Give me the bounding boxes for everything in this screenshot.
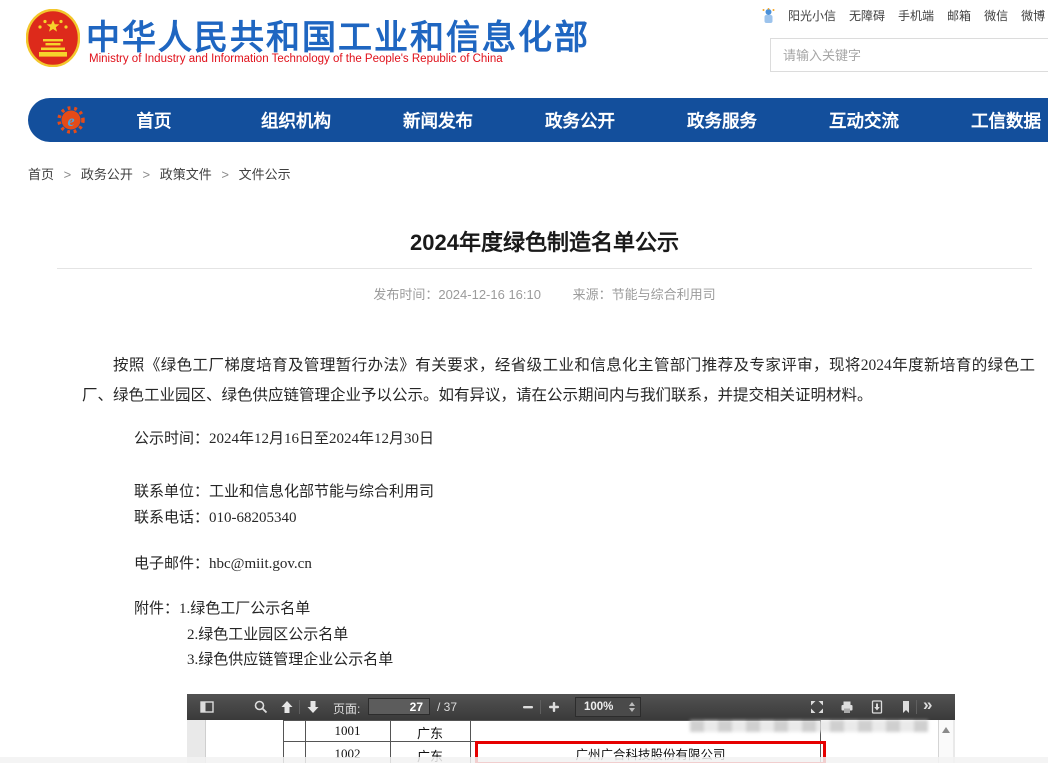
print-icon[interactable] bbox=[839, 699, 855, 715]
download-icon[interactable] bbox=[869, 699, 885, 715]
top-link-weibo[interactable]: 微博 bbox=[1021, 7, 1045, 24]
censored-company-blur bbox=[690, 720, 928, 732]
more-tools-icon[interactable]: » bbox=[923, 695, 932, 715]
contact-email-line: 电子邮件：hbc@miit.gov.cn bbox=[134, 552, 312, 573]
page-number-input[interactable] bbox=[368, 698, 430, 715]
zoom-select[interactable]: 100% bbox=[575, 697, 641, 717]
national-emblem-logo bbox=[26, 9, 80, 67]
attachment-line-1[interactable]: 附件：1.绿色工厂公示名单 bbox=[134, 597, 310, 618]
pdf-toolbar: 页面: / 37 100% bbox=[187, 694, 955, 721]
nav-item-organization[interactable]: 组织机构 bbox=[225, 108, 367, 133]
zoom-spinner-icon[interactable] bbox=[629, 702, 635, 712]
nav-item-gov-services[interactable]: 政务服务 bbox=[651, 108, 793, 133]
toolbar-separator bbox=[540, 700, 541, 714]
top-link-mail[interactable]: 邮箱 bbox=[947, 7, 971, 24]
breadcrumb-separator: > bbox=[143, 167, 151, 182]
page-down-icon[interactable] bbox=[305, 699, 321, 715]
pdf-viewer: 页面: / 37 100% bbox=[187, 694, 955, 763]
search-box bbox=[770, 38, 1048, 72]
attachment-line-3[interactable]: 3.绿色供应链管理企业公示名单 bbox=[187, 648, 393, 669]
toolbar-separator bbox=[916, 700, 917, 714]
breadcrumb-gov-disclosure[interactable]: 政务公开 bbox=[81, 167, 133, 182]
breadcrumb-separator: > bbox=[64, 167, 72, 182]
bookmark-icon[interactable] bbox=[898, 699, 914, 715]
page-up-icon[interactable] bbox=[279, 699, 295, 715]
page-total: / 37 bbox=[437, 700, 457, 714]
bottom-shadow-band bbox=[0, 757, 1048, 763]
article-meta: 发布时间：2024-12-16 16:10 来源：节能与综合利用司 bbox=[57, 284, 1032, 303]
breadcrumb-home[interactable]: 首页 bbox=[28, 167, 54, 182]
article-paragraph: 按照《绿色工厂梯度培育及管理暂行办法》有关要求，经省级工业和信息化主管部门推荐及… bbox=[82, 351, 1035, 411]
page-label: 页面: bbox=[333, 700, 360, 717]
table-cell-province: 广东 bbox=[390, 723, 470, 742]
search-input[interactable] bbox=[771, 39, 1048, 71]
search-icon[interactable] bbox=[253, 699, 269, 715]
contact-phone-line: 联系电话：010-68205340 bbox=[134, 506, 297, 527]
top-link-accessibility[interactable]: 无障碍 bbox=[849, 7, 885, 24]
zoom-in-icon[interactable] bbox=[546, 699, 562, 715]
zoom-out-icon[interactable] bbox=[520, 699, 536, 715]
top-link-wechat[interactable]: 微信 bbox=[984, 7, 1008, 24]
breadcrumb-separator: > bbox=[221, 167, 229, 182]
nav-item-interaction[interactable]: 互动交流 bbox=[793, 108, 935, 133]
page: 中华人民共和国工业和信息化部 Ministry of Industry and … bbox=[0, 0, 1048, 763]
fullscreen-icon[interactable] bbox=[809, 699, 825, 715]
breadcrumb-doc-notice[interactable]: 文件公示 bbox=[239, 167, 291, 182]
toolbar-separator bbox=[299, 700, 300, 714]
publish-time: 发布时间：2024-12-16 16:10 bbox=[373, 287, 541, 302]
top-link-mobile[interactable]: 手机端 bbox=[898, 7, 934, 24]
sidebar-toggle-icon[interactable] bbox=[199, 699, 215, 715]
zoom-level-value: 100% bbox=[576, 701, 629, 713]
breadcrumb-policy-docs[interactable]: 政策文件 bbox=[160, 167, 212, 182]
article-source: 来源：节能与综合利用司 bbox=[573, 287, 716, 302]
nav-item-gov-disclosure[interactable]: 政务公开 bbox=[509, 108, 651, 133]
page-title: 2024年度绿色制造名单公示 bbox=[57, 225, 1032, 257]
notice-period-line: 公示时间：2024年12月16日至2024年12月30日 bbox=[134, 427, 434, 448]
attachment-line-2[interactable]: 2.绿色工业园区公示名单 bbox=[187, 623, 348, 644]
main-nav: e 首页 组织机构 新闻发布 政务公开 政务服务 互动交流 工信数据 bbox=[28, 98, 1048, 142]
sunshine-assistant-icon bbox=[762, 8, 775, 24]
site-subtitle: Ministry of Industry and Information Tec… bbox=[89, 53, 503, 65]
title-divider bbox=[57, 268, 1032, 269]
svg-text:e: e bbox=[67, 113, 74, 130]
site-title: 中华人民共和国工业和信息化部 bbox=[86, 10, 590, 59]
contact-unit-line: 联系单位：工业和信息化部节能与综合利用司 bbox=[134, 480, 434, 501]
table-cell-no: 1001 bbox=[305, 723, 390, 739]
nav-item-home[interactable]: 首页 bbox=[83, 108, 225, 133]
scroll-up-icon[interactable] bbox=[942, 727, 950, 733]
nav-item-news[interactable]: 新闻发布 bbox=[367, 108, 509, 133]
top-link-sunshine[interactable]: 阳光小信 bbox=[788, 7, 836, 24]
breadcrumb: 首页 > 政务公开 > 政策文件 > 文件公示 bbox=[28, 164, 291, 183]
top-links: 阳光小信 无障碍 手机端 邮箱 微信 微博 bbox=[762, 7, 1045, 24]
nav-item-data[interactable]: 工信数据 bbox=[935, 108, 1048, 133]
miit-gear-icon: e bbox=[56, 105, 86, 135]
